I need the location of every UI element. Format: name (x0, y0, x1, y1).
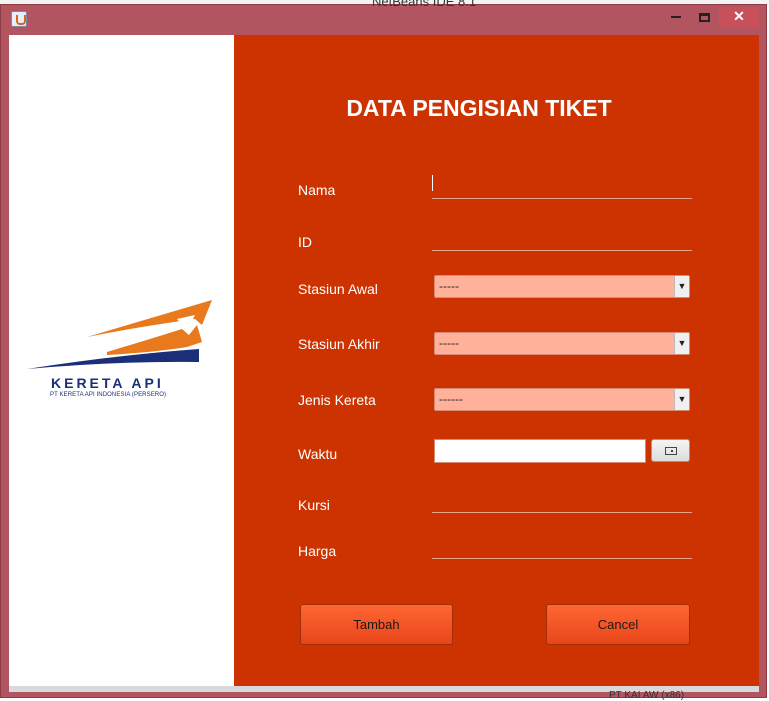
tambah-button[interactable]: Tambah (300, 604, 453, 645)
stasiun-akhir-label: Stasiun Akhir (298, 336, 380, 352)
chevron-down-icon[interactable]: ▼ (674, 333, 689, 354)
form-panel: DATA PENGISIAN TIKET Nama ID Stasiun Awa… (234, 35, 759, 686)
stasiun-awal-select[interactable]: ----- ▼ (434, 275, 690, 298)
nama-label: Nama (298, 182, 336, 198)
date-picker-button[interactable] (651, 439, 690, 462)
close-icon: ✕ (733, 8, 745, 24)
title-bar[interactable]: ✕ (1, 5, 766, 32)
maximize-button[interactable] (691, 7, 717, 27)
background-taskbar-text: PT KAI AW (x86) (609, 690, 685, 701)
minimize-button[interactable] (663, 7, 689, 27)
text-cursor (432, 175, 433, 191)
chevron-down-icon[interactable]: ▼ (674, 276, 689, 297)
id-label: ID (298, 234, 312, 250)
waktu-date-input[interactable] (434, 439, 646, 463)
logo-name: KERETA API (51, 375, 164, 391)
harga-label: Harga (298, 543, 337, 559)
content-area: KERETA API PT KERETA API INDONESIA (PERS… (9, 35, 759, 686)
kursi-label: Kursi (298, 497, 330, 513)
page-title: DATA PENGISIAN TIKET (346, 95, 612, 121)
jenis-kereta-select[interactable]: ------ ▼ (434, 388, 690, 411)
java-app-icon (11, 11, 27, 27)
stasiun-awal-label: Stasiun Awal (298, 281, 378, 297)
kursi-input[interactable] (432, 489, 692, 513)
cancel-button[interactable]: Cancel (546, 604, 690, 645)
background-app-title: NetBeans IDE 8.1 (372, 0, 477, 9)
harga-input[interactable] (432, 535, 692, 559)
logo-subtitle: PT KERETA API INDONESIA (PERSERO) (50, 392, 167, 398)
logo-panel: KERETA API PT KERETA API INDONESIA (PERS… (9, 35, 234, 686)
maximize-icon (698, 12, 710, 22)
application-window: ✕ KERETA API PT KERETA API INDONESIA (PE… (0, 4, 767, 698)
stasiun-akhir-select[interactable]: ----- ▼ (434, 332, 690, 355)
minimize-icon (671, 16, 681, 19)
jenis-kereta-value: ------ (439, 392, 463, 406)
id-input[interactable] (432, 227, 692, 251)
stasiun-akhir-value: ----- (439, 336, 459, 350)
waktu-label: Waktu (298, 446, 338, 462)
close-button[interactable]: ✕ (719, 7, 759, 27)
calendar-icon (665, 447, 677, 455)
stasiun-awal-value: ----- (439, 279, 459, 293)
chevron-down-icon[interactable]: ▼ (674, 389, 689, 410)
nama-input[interactable] (432, 175, 692, 199)
jenis-kereta-label: Jenis Kereta (298, 392, 376, 408)
